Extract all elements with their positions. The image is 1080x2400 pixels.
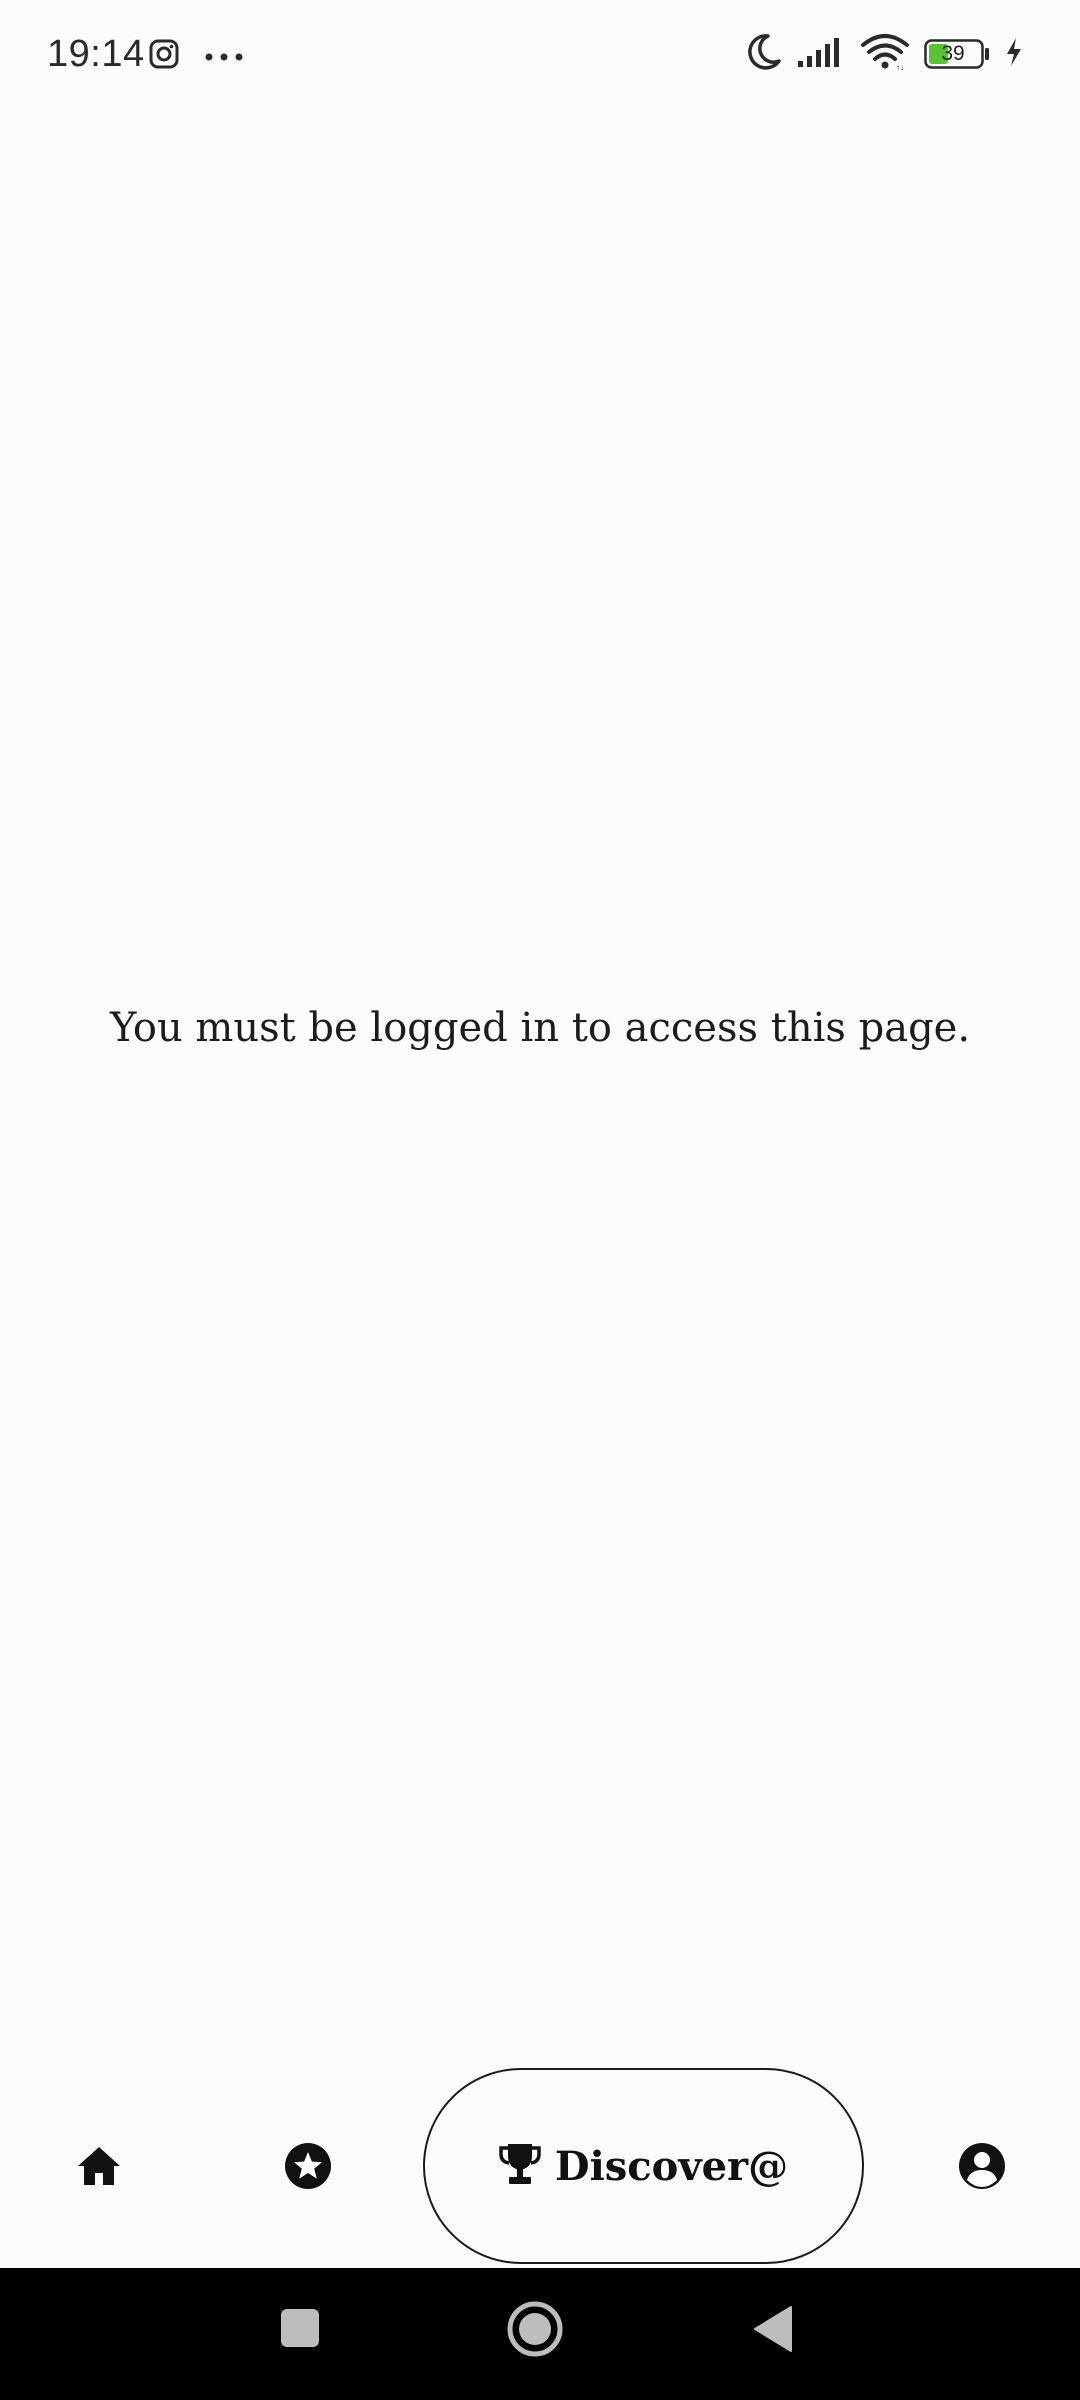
status-bar: 19:14 ↑↓ 39 xyxy=(0,0,1080,112)
home-circle-icon xyxy=(507,2301,563,2361)
nav-discover-button[interactable]: Discover@ xyxy=(423,2068,864,2264)
instagram-icon xyxy=(148,38,180,74)
battery-level: 39 xyxy=(941,42,965,65)
trophy-icon xyxy=(499,2142,541,2190)
status-system-icons: ↑↓ 39 xyxy=(746,33,1024,75)
battery-icon: 39 xyxy=(924,39,990,69)
status-notification-icons xyxy=(148,38,244,74)
nav-favorites-button[interactable] xyxy=(276,2136,340,2200)
back-button[interactable] xyxy=(750,2306,796,2356)
do-not-disturb-moon-icon xyxy=(746,33,782,75)
star-circle-icon xyxy=(284,2142,332,2194)
wifi-icon: ↑↓ xyxy=(860,33,910,75)
user-circle-icon xyxy=(958,2142,1006,2194)
svg-text:↑↓: ↑↓ xyxy=(896,63,904,71)
system-home-button[interactable] xyxy=(505,2301,565,2361)
nav-discover-label: Discover@ xyxy=(554,2142,789,2190)
back-triangle-icon xyxy=(753,2305,793,2357)
nav-home-button[interactable] xyxy=(64,2138,134,2198)
recents-square-icon xyxy=(280,2308,320,2352)
cellular-signal-icon xyxy=(796,35,846,73)
charging-bolt-icon xyxy=(1004,37,1024,71)
more-dots-icon xyxy=(204,47,244,66)
status-time: 19:14 xyxy=(47,33,145,75)
home-icon xyxy=(76,2145,122,2191)
nav-profile-button[interactable] xyxy=(950,2136,1014,2200)
recents-button[interactable] xyxy=(278,2308,322,2352)
login-required-message: You must be logged in to access this pag… xyxy=(109,1005,971,1051)
